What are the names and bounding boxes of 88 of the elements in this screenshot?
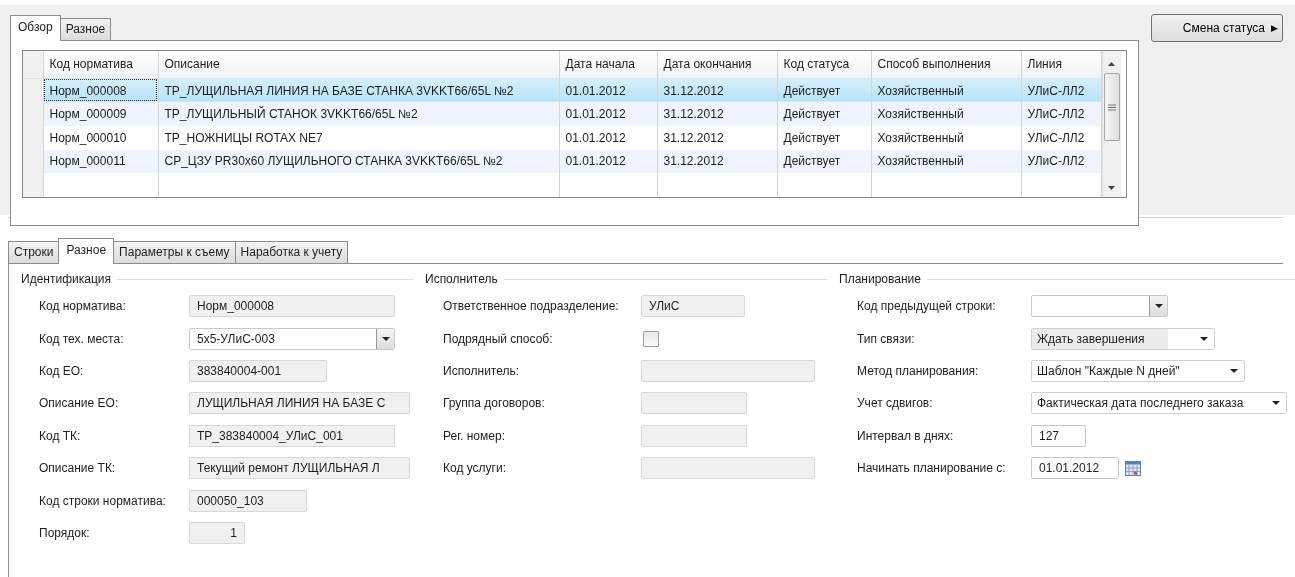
table-cell: Норм_000010 (43, 126, 158, 150)
field-label: Рег. номер: (443, 428, 506, 443)
field-label: Ответственное подразделение: (443, 299, 620, 314)
table-cell: 31.12.2012 (657, 149, 777, 174)
dropdown-button[interactable] (376, 328, 394, 349)
column-header[interactable]: Описание (158, 51, 559, 79)
table-cell: УЛиС-ЛЛ2 (1021, 149, 1101, 174)
table-cell: Действует (777, 126, 871, 150)
table-cell: Хозяйственный (871, 149, 1021, 174)
field-label: Описание ЕО: (39, 396, 120, 411)
table-cell: Хозяйственный (871, 102, 1021, 127)
table-cell: 31.12.2012 (657, 102, 777, 127)
field-label: Код ЕО: (39, 363, 85, 378)
column-header[interactable]: Код норматива (43, 51, 158, 79)
field-label: Интервал в днях: (857, 428, 955, 443)
field-label: Код норматива: (39, 299, 127, 314)
table-cell: УЛиС-ЛЛ2 (1021, 102, 1101, 127)
section-title: Планирование (839, 272, 921, 286)
column-header[interactable]: Способ выполнения (871, 51, 1021, 79)
dropdown[interactable]: Фактическая дата последнего заказа (1031, 392, 1287, 415)
table-cell: 01.01.2012 (559, 78, 657, 103)
read-only-field: 383840004-001 (189, 359, 327, 382)
combo-box[interactable]: 5x5-УЛиС-003 (189, 327, 395, 350)
read-only-field: 000050_103 (189, 489, 307, 512)
table-cell: 01.01.2012 (559, 102, 657, 127)
change-status-button[interactable]: Смена статуса ▶ (1151, 14, 1283, 42)
dropdown-button[interactable] (1149, 296, 1167, 317)
field-label: Тип связи: (857, 331, 916, 346)
read-only-field: 1 (189, 521, 245, 544)
table-cell: Норм_000008 (43, 78, 158, 103)
table-cell: 31.12.2012 (657, 126, 777, 150)
dropdown[interactable]: Ждать завершения (1031, 327, 1215, 350)
table-cell: ТР_НОЖНИЦЫ ROTAX NE7 (158, 126, 559, 150)
read-only-field: ТР_383840004_УЛиС_001 (189, 424, 395, 447)
table-cell: Хозяйственный (871, 126, 1021, 150)
table-cell: Норм_000009 (43, 102, 158, 127)
section-title: Исполнитель (425, 272, 498, 286)
table-cell: 31.12.2012 (657, 78, 777, 103)
field-label: Группа договоров: (443, 396, 546, 411)
column-header[interactable]: Линия (1021, 51, 1101, 79)
table-cell: СР_ЦЗУ PR30x60 ЛУЩИЛЬНОГО СТАНКА 3VKKT66/65L №2 (158, 149, 559, 174)
caret-icon[interactable] (381, 336, 390, 341)
tab[interactable]: Разное (59, 18, 112, 40)
table-cell: УЛиС-ЛЛ2 (1021, 126, 1101, 150)
read-only-field: Текущий ремонт ЛУЩИЛЬНАЯ Л (189, 457, 410, 480)
field-label: Описание ТК: (39, 461, 117, 476)
tab[interactable]: Параметры к съему (113, 241, 236, 263)
table-cell: 01.01.2012 (559, 126, 657, 150)
read-only-field: Норм_000008 (189, 295, 395, 318)
table-cell: Норм_000011 (43, 149, 158, 174)
scrollbar-thumb[interactable] (1103, 73, 1120, 141)
field-label: Порядок: (39, 525, 91, 540)
field-label: Начинать планирование с: (857, 461, 1007, 476)
table-cell: Действует (777, 149, 871, 174)
column-header[interactable]: Дата окончания (657, 51, 777, 79)
table-cell: ТР_ЛУЩИЛЬНАЯ ЛИНИЯ НА БАЗЕ СТАНКА 3VKKT66/65L №2 (158, 78, 559, 103)
dropdown[interactable]: Шаблон "Каждые N дней" (1031, 359, 1245, 382)
column-header[interactable]: Код статуса (777, 51, 871, 79)
field-label: Метод планирования: (857, 363, 980, 378)
caret-icon[interactable] (1154, 304, 1163, 309)
field-label: Код строки норматива: (39, 493, 167, 508)
field-label: Код ТК: (39, 428, 82, 443)
calendar-icon[interactable] (1125, 460, 1141, 476)
read-only-field: УЛиС (641, 295, 745, 318)
field-label: Код предыдущей строки: (857, 299, 997, 314)
tab[interactable]: Обзор (10, 15, 61, 41)
field-label: Исполнитель: (443, 363, 521, 378)
caret-icon[interactable] (1230, 368, 1238, 373)
field-label: Учет сдвигов: (857, 396, 934, 411)
table-cell: Действует (777, 78, 871, 103)
caret-icon[interactable] (1200, 336, 1208, 341)
tab[interactable]: Разное (58, 238, 115, 264)
field-label: Подрядный способ: (443, 331, 554, 346)
section-title: Идентификация (21, 272, 111, 286)
date-field[interactable]: 01.01.2012 (1031, 457, 1119, 480)
table-cell: Хозяйственный (871, 78, 1021, 103)
table-cell: Действует (777, 102, 871, 127)
tab[interactable]: Наработка к учету (234, 241, 349, 263)
caret-icon[interactable] (1272, 401, 1280, 406)
input-field[interactable]: 127 (1031, 424, 1086, 447)
checkbox[interactable] (643, 330, 659, 347)
field-label: Код услуги: (443, 461, 508, 476)
table-cell: 01.01.2012 (559, 149, 657, 174)
column-header[interactable]: Дата начала (559, 51, 657, 79)
field-label: Код тех. места: (39, 331, 125, 346)
table-cell: ТР_ЛУЩИЛЬНЫЙ СТАНОК 3VKKT66/65L №2 (158, 102, 559, 127)
tab[interactable]: Строки (8, 241, 60, 263)
read-only-field: ЛУЩИЛЬНАЯ ЛИНИЯ НА БАЗЕ С (189, 392, 410, 415)
